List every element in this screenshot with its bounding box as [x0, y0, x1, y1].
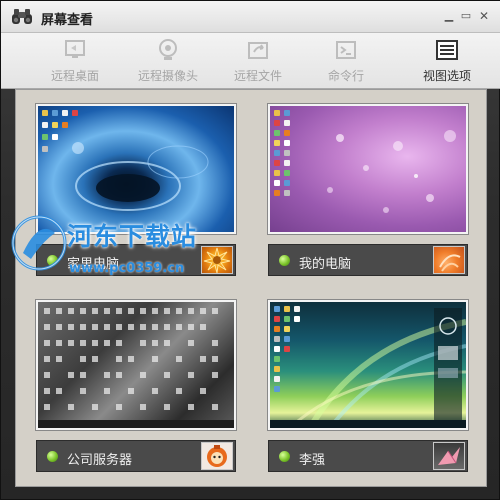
- computer-name: 家里电脑: [67, 257, 120, 272]
- close-button[interactable]: ✕: [477, 9, 491, 23]
- terminal-label: 命令行: [327, 69, 364, 83]
- webcam-icon: [159, 39, 177, 60]
- avatar: [201, 442, 233, 470]
- origami-icon: [438, 447, 460, 465]
- online-status-icon: [47, 451, 58, 462]
- title-bar: 屏幕查看 ▁ ▭ ✕: [1, 1, 500, 33]
- flower-icon: [439, 254, 461, 272]
- computer-namebar[interactable]: 家里电脑: [36, 244, 236, 276]
- avatar: [433, 246, 465, 274]
- cartoon-character-icon: [207, 445, 227, 467]
- screen-thumbnail[interactable]: [36, 300, 236, 430]
- minimize-button[interactable]: ▁: [442, 9, 456, 23]
- remote-file-label: 远程文件: [233, 69, 282, 83]
- maximize-button[interactable]: ▭: [459, 9, 473, 23]
- remote-file-button[interactable]: 远程文件: [227, 35, 289, 87]
- avatar: [433, 442, 465, 470]
- screen-thumbnail[interactable]: [36, 104, 236, 234]
- webcam-button[interactable]: 远程摄像头: [133, 35, 203, 87]
- computer-namebar[interactable]: 我的电脑: [268, 244, 468, 276]
- terminal-icon: [336, 41, 356, 59]
- toolbar: 远程桌面 远程摄像头 远程文件 命令行 视图选项: [1, 33, 500, 89]
- online-status-icon: [279, 255, 290, 266]
- screen-thumbnail[interactable]: [268, 300, 468, 430]
- online-status-icon: [47, 255, 58, 266]
- remote-desktop-label: 远程桌面: [50, 69, 99, 83]
- view-options-button[interactable]: 视图选项: [415, 35, 479, 87]
- computer-name: 李强: [299, 453, 326, 468]
- avatar: [201, 246, 233, 274]
- computer-grid: 家里电脑 我的电脑 公司服务器 李强: [15, 89, 487, 487]
- screen-viewer-window: 屏幕查看 ▁ ▭ ✕ 远程桌面 远程摄像头 远程文件 命令行 视图选项 家里电脑…: [0, 0, 500, 500]
- window-title: 屏幕查看: [41, 13, 94, 28]
- view-options-icon: [436, 40, 458, 60]
- binoculars-icon: [12, 9, 32, 24]
- computer-namebar[interactable]: 公司服务器: [36, 440, 236, 472]
- remote-desktop-icon: [65, 40, 85, 58]
- flower-icon: [203, 247, 231, 273]
- view-options-label: 视图选项: [422, 69, 471, 83]
- screen-thumbnail[interactable]: [268, 104, 468, 234]
- webcam-label: 远程摄像头: [137, 69, 198, 83]
- computer-name: 我的电脑: [299, 257, 352, 272]
- wallpaper-cluttered-desktop: [38, 308, 234, 428]
- computer-namebar[interactable]: 李强: [268, 440, 468, 472]
- online-status-icon: [279, 451, 290, 462]
- computer-name: 公司服务器: [67, 453, 133, 468]
- remote-file-icon: [248, 42, 268, 59]
- wallpaper-droplets: [327, 130, 456, 213]
- terminal-button[interactable]: 命令行: [319, 35, 373, 87]
- remote-desktop-button[interactable]: 远程桌面: [41, 35, 109, 87]
